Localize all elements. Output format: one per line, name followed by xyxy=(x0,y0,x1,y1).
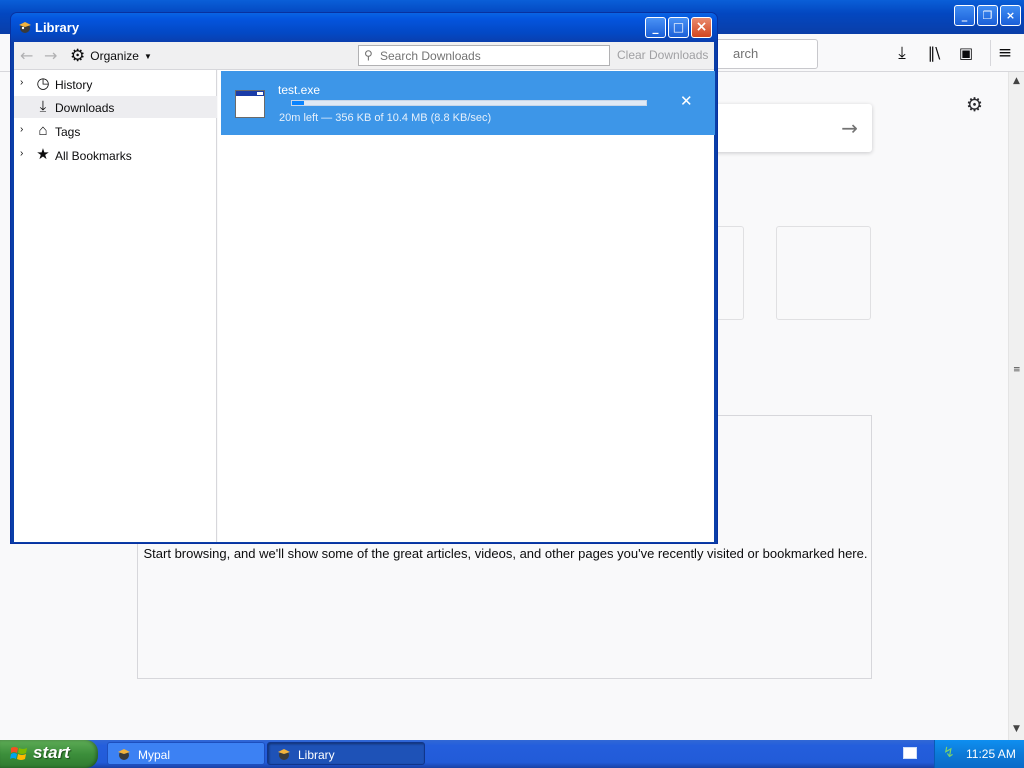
clock-icon: ◷ xyxy=(36,75,50,92)
executable-file-icon xyxy=(235,90,265,118)
downloads-list: test.exe 20m left — 356 KB of 10.4 MB (8… xyxy=(218,70,715,542)
taskbar-item-library[interactable]: Library xyxy=(267,742,425,765)
sidebar-icon[interactable]: ▣ xyxy=(955,42,977,64)
organize-label: Organize xyxy=(90,49,139,63)
taskbar-item-label: Mypal xyxy=(138,748,171,762)
taskbar-item-label: Library xyxy=(298,748,335,762)
system-tray: ↯ 11:25 AM xyxy=(934,740,1024,768)
library-titlebar[interactable]: Library _ □ × xyxy=(11,13,717,42)
cancel-download-icon[interactable]: ✕ xyxy=(680,92,693,110)
library-sidebar: › ◷ History ⤓ Downloads › ⌂ Tags › ★ All… xyxy=(14,70,217,542)
search-downloads-input[interactable]: ⚲ Search Downloads xyxy=(358,45,610,66)
library-title: Library xyxy=(35,20,80,35)
scroll-up-icon[interactable]: ▲ xyxy=(1013,76,1020,86)
download-progress-fill xyxy=(292,101,305,105)
sidebar-item-label: All Bookmarks xyxy=(55,149,132,163)
close-button[interactable]: × xyxy=(691,17,712,38)
gear-icon[interactable]: ⚙ xyxy=(966,94,983,116)
clock[interactable]: 11:25 AM xyxy=(966,747,1016,761)
browser-scrollbar[interactable]: ▲ ≡ ▼ xyxy=(1008,72,1024,740)
star-icon: ★ xyxy=(36,146,50,163)
network-icon[interactable]: ↯ xyxy=(943,745,955,761)
download-status: 20m left — 356 KB of 10.4 MB (8.8 KB/sec… xyxy=(279,112,492,124)
organize-button[interactable]: ⚙ Organize ▼ xyxy=(70,46,152,66)
gear-icon: ⚙ xyxy=(70,46,86,65)
search-placeholder: Search Downloads xyxy=(380,49,481,63)
sidebar-item-tags[interactable]: › ⌂ Tags xyxy=(14,120,217,142)
scroll-grip-icon[interactable]: ≡ xyxy=(1013,365,1021,375)
download-icon[interactable]: ⤓ xyxy=(891,42,913,64)
browser-restore-button[interactable]: ❐ xyxy=(977,5,998,26)
keyboard-icon[interactable] xyxy=(903,747,917,759)
minimize-button[interactable]: _ xyxy=(645,17,666,38)
mypal-logo-icon xyxy=(118,749,130,760)
mypal-logo-icon xyxy=(19,22,31,33)
forward-icon[interactable]: → xyxy=(44,46,57,65)
toolbar-divider xyxy=(990,40,991,66)
chevron-right-icon[interactable]: › xyxy=(20,148,23,159)
sidebar-item-all-bookmarks[interactable]: › ★ All Bookmarks xyxy=(14,144,217,166)
chevron-right-icon[interactable]: › xyxy=(20,124,23,135)
download-item[interactable]: test.exe 20m left — 356 KB of 10.4 MB (8… xyxy=(221,71,715,135)
maximize-button[interactable]: □ xyxy=(668,17,689,38)
sidebar-item-label: History xyxy=(55,78,93,92)
empty-highlights-message: Start browsing, and we'll show some of t… xyxy=(143,546,868,561)
sidebar-item-downloads[interactable]: ⤓ Downloads xyxy=(14,96,217,118)
library-window: Library _ □ × ← → ⚙ Organize ▼ ⚲ Search … xyxy=(10,12,718,544)
arrow-right-icon[interactable]: → xyxy=(841,116,858,140)
library-toolbar: ← → ⚙ Organize ▼ ⚲ Search Downloads Clea… xyxy=(14,42,714,70)
library-client-area: ← → ⚙ Organize ▼ ⚲ Search Downloads Clea… xyxy=(14,42,715,542)
sidebar-item-history[interactable]: › ◷ History xyxy=(14,73,217,95)
tag-icon: ⌂ xyxy=(38,122,48,139)
chevron-right-icon[interactable]: › xyxy=(20,77,23,88)
mypal-logo-icon xyxy=(278,749,290,760)
start-button[interactable]: start xyxy=(0,740,98,768)
library-icon[interactable]: ‖\ xyxy=(923,42,945,64)
clear-downloads-button[interactable]: Clear Downloads xyxy=(617,48,708,62)
browser-close-button[interactable]: × xyxy=(1000,5,1021,26)
menu-icon[interactable]: ≡ xyxy=(994,42,1016,64)
scroll-down-icon[interactable]: ▼ xyxy=(1013,724,1020,734)
download-filename: test.exe xyxy=(278,83,321,97)
taskbar: start Mypal Library ↯ 11:25 AM xyxy=(0,740,1024,768)
sidebar-item-label: Tags xyxy=(55,125,81,139)
newtab-search-card[interactable]: → xyxy=(700,104,872,152)
sidebar-item-label: Downloads xyxy=(55,101,115,115)
download-icon: ⤓ xyxy=(39,98,47,115)
taskbar-item-mypal[interactable]: Mypal xyxy=(107,742,265,765)
windows-logo-icon xyxy=(10,747,27,760)
browser-minimize-button[interactable]: _ xyxy=(954,5,975,26)
download-progress-bar xyxy=(291,100,647,106)
top-site-tile[interactable] xyxy=(776,226,871,320)
back-icon[interactable]: ← xyxy=(20,46,33,65)
chevron-down-icon: ▼ xyxy=(143,51,152,61)
start-label: start xyxy=(33,743,70,762)
search-icon: ⚲ xyxy=(364,48,373,62)
